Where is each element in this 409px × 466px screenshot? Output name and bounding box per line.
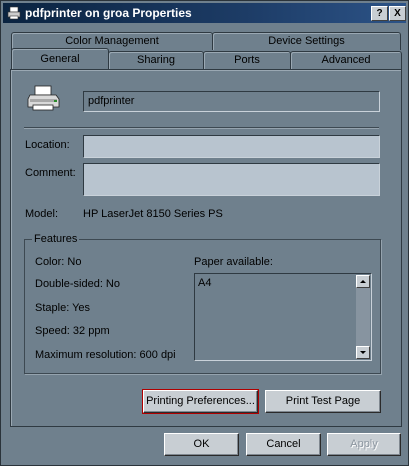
down-arrow-icon: [360, 351, 366, 354]
cancel-button[interactable]: Cancel: [246, 433, 321, 456]
print-test-page-button[interactable]: Print Test Page: [265, 390, 381, 413]
features-title: Features: [32, 233, 80, 245]
properties-dialog: pdfprinter on groa Properties ? X Color …: [0, 0, 409, 466]
ok-button[interactable]: OK: [164, 433, 239, 456]
printer-name-field[interactable]: pdfprinter: [83, 91, 380, 112]
list-item[interactable]: A4: [198, 277, 211, 289]
tab-advanced[interactable]: Advanced: [290, 51, 402, 69]
tab-sharing[interactable]: Sharing: [108, 51, 204, 69]
up-arrow-icon: [360, 280, 366, 283]
apply-label: Apply: [350, 438, 378, 450]
printing-preferences-button[interactable]: Printing Preferences...: [142, 389, 259, 414]
window-title: pdfprinter on groa Properties: [25, 6, 192, 20]
feature-double-sided: Double-sided: No: [35, 278, 120, 290]
tab-device-settings[interactable]: Device Settings: [212, 32, 401, 50]
help-button[interactable]: ?: [371, 6, 388, 21]
printer-name-value: pdfprinter: [88, 95, 135, 107]
feature-speed: Speed: 32 ppm: [35, 325, 110, 337]
feature-staple: Staple: Yes: [35, 302, 91, 314]
apply-button[interactable]: Apply: [327, 433, 401, 456]
comment-label: Comment:: [25, 167, 76, 179]
scroll-down-button[interactable]: [356, 346, 370, 359]
separator: [24, 127, 379, 129]
tab-ports[interactable]: Ports: [203, 51, 291, 69]
location-input[interactable]: [83, 135, 380, 158]
tab-general[interactable]: General: [11, 48, 109, 69]
title-bar[interactable]: pdfprinter on groa Properties ? X: [3, 3, 406, 23]
model-label: Model:: [25, 208, 59, 220]
printer-icon: [27, 85, 60, 111]
scroll-up-button[interactable]: [356, 275, 370, 288]
paper-available-list[interactable]: A4: [194, 273, 372, 361]
printer-icon: [7, 6, 21, 20]
model-value: HP LaserJet 8150 Series PS: [83, 208, 223, 220]
feature-color: Color: No: [35, 256, 82, 268]
list-scrollbar[interactable]: [356, 275, 370, 359]
close-button[interactable]: X: [389, 6, 406, 21]
paper-available-label: Paper available:: [194, 256, 273, 268]
comment-input[interactable]: [83, 163, 380, 196]
feature-max-resolution: Maximum resolution: 600 dpi: [35, 349, 176, 361]
location-label: Location:: [25, 139, 70, 151]
